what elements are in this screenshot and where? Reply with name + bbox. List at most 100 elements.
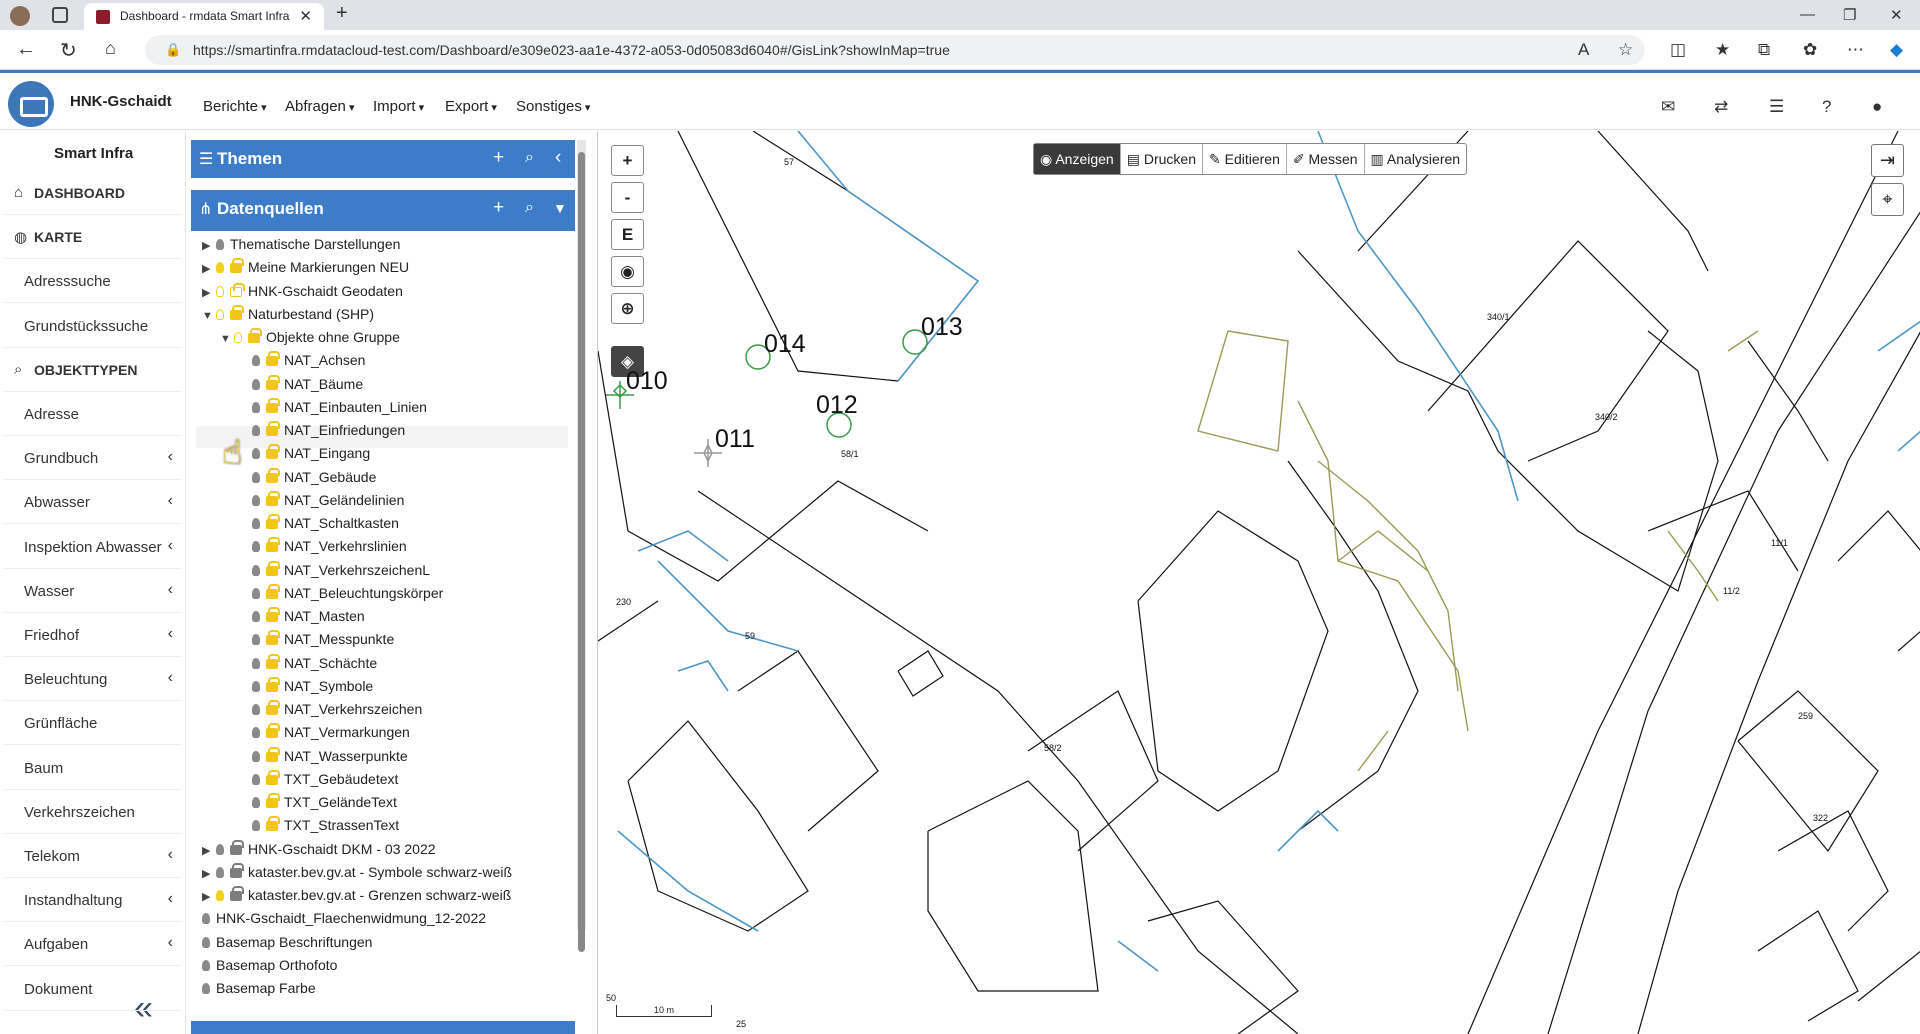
nav-item-verkehrszeichen[interactable]: Verkehrszeichen — [5, 792, 181, 834]
lock-icon[interactable] — [230, 258, 244, 274]
visibility-bulb-icon[interactable] — [252, 564, 260, 576]
scrollbar-thumb[interactable] — [578, 152, 585, 952]
nav-item-dokument[interactable]: Dokument — [5, 969, 181, 1011]
nav-item-aufgaben[interactable]: Aufgaben ‹ — [5, 924, 181, 967]
nav-item-dashboard[interactable]: ⌂ DASHBOARD — [5, 173, 181, 215]
layer-tree-row[interactable]: NAT_Messpunkte — [238, 630, 394, 653]
layer-tree-row[interactable]: NAT_Schächte — [238, 653, 377, 677]
tool-drucken[interactable]: ▤ Drucken — [1121, 144, 1203, 174]
layer-tree-row[interactable]: NAT_Eingang — [238, 444, 370, 467]
visibility-bulb-icon[interactable] — [252, 471, 260, 483]
extent-button[interactable]: E — [611, 219, 644, 250]
refresh-icon[interactable]: ↻ — [60, 38, 77, 63]
caret-right-icon[interactable]: ▶ — [202, 867, 216, 880]
visibility-bulb-icon[interactable] — [252, 797, 260, 808]
menu-berichte[interactable]: Berichte — [203, 98, 267, 115]
lock-icon[interactable] — [266, 537, 280, 553]
site-lock-icon[interactable]: 🔒 — [165, 42, 181, 58]
visibility-bulb-icon[interactable] — [202, 983, 210, 994]
nav-item-karte[interactable]: ◍ KARTE — [5, 217, 181, 260]
nav-item-beleuchtung[interactable]: Beleuchtung ‹ — [5, 659, 181, 702]
layer-tree-row[interactable]: NAT_Masten — [238, 607, 365, 630]
read-aloud-icon[interactable]: A — [1578, 40, 1589, 60]
lock-icon[interactable] — [266, 607, 280, 622]
help-icon[interactable]: ? — [1822, 97, 1831, 117]
tab-close-icon[interactable]: ✕ — [299, 7, 312, 25]
layer-tree-row[interactable]: NAT_Beleuchtungskörper — [238, 583, 443, 607]
visibility-bulb-icon[interactable] — [252, 727, 260, 739]
layer-tree-row[interactable]: NAT_Bäume — [238, 374, 363, 398]
themen-add-icon[interactable]: + — [493, 147, 504, 169]
layer-tree-row[interactable]: NAT_Verkehrslinien — [238, 537, 407, 560]
profile-avatar[interactable] — [10, 6, 30, 26]
menu-abfragen[interactable]: Abfragen — [285, 98, 354, 115]
lock-icon[interactable] — [266, 490, 280, 506]
visibility-bulb-icon[interactable] — [252, 518, 260, 529]
nav-item-friedhof[interactable]: Friedhof ‹ — [5, 615, 181, 657]
layer-tree-row[interactable]: TXT_Gebäudetext — [238, 769, 398, 793]
lock-icon[interactable] — [266, 583, 280, 599]
nav-item-grundstückssuche[interactable]: Grundstückssuche — [5, 306, 181, 348]
layer-tree-row[interactable]: NAT_Symbole — [238, 676, 373, 700]
layer-tree-row[interactable]: ▶ Thematische Darstellungen — [202, 236, 400, 258]
visibility-bulb-icon[interactable] — [202, 936, 210, 948]
layer-tree-row[interactable]: NAT_Einbauten_Linien — [238, 397, 427, 421]
new-tab-button[interactable]: + — [336, 2, 348, 25]
zoom-out-button[interactable]: - — [611, 182, 644, 213]
map-canvas[interactable] — [598, 131, 1920, 1034]
nav-item-wasser[interactable]: Wasser ‹ — [5, 571, 181, 613]
layer-tree-row[interactable]: ▼ Naturbestand (SHP) — [202, 304, 374, 328]
visibility-bulb-icon[interactable] — [252, 494, 260, 506]
nav-item-inspektion-abwasser[interactable]: Inspektion Abwasser ‹ — [5, 527, 181, 569]
minimize-icon[interactable]: — — [1800, 6, 1815, 23]
favorites-icon[interactable]: ★ — [1715, 40, 1730, 60]
nav-item-telekom[interactable]: Telekom ‹ — [5, 836, 181, 878]
lock-icon[interactable] — [230, 886, 244, 901]
visibility-bulb-icon[interactable] — [252, 704, 260, 715]
datenquellen-expand-icon[interactable]: ▼ — [553, 200, 567, 216]
menu-sonstiges[interactable]: Sonstiges — [516, 98, 590, 115]
visibility-bulb-icon[interactable] — [252, 355, 260, 367]
visibility-bulb-icon[interactable] — [252, 657, 260, 669]
layer-tree-row[interactable]: TXT_GeländeText — [238, 793, 397, 816]
datenquellen-search-icon[interactable]: ⌕ — [525, 199, 534, 217]
datenquellen-add-icon[interactable]: + — [493, 197, 504, 219]
nav-item-objekttypen[interactable]: ⌕ OBJEKTTYPEN — [5, 350, 181, 392]
lock-icon[interactable] — [266, 444, 280, 460]
layer-tree-row[interactable]: Basemap Orthofoto — [202, 957, 337, 979]
tool-messen[interactable]: ✐ Messen — [1287, 144, 1365, 174]
tool-editieren[interactable]: ✎ Editieren — [1203, 144, 1287, 174]
lock-icon[interactable] — [266, 351, 280, 367]
lock-icon[interactable] — [266, 397, 280, 413]
lock-icon[interactable] — [266, 723, 280, 739]
lock-icon[interactable] — [266, 769, 280, 785]
tool-analysieren[interactable]: ▥ Analysieren — [1365, 144, 1467, 174]
caret-down-icon[interactable]: ▼ — [220, 333, 234, 345]
caret-down-icon[interactable]: ▼ — [202, 310, 216, 322]
menu-export[interactable]: Export — [445, 98, 497, 115]
nav-item-adresssuche[interactable]: Adresssuche — [5, 261, 181, 304]
layer-tree-row[interactable]: NAT_Wasserpunkte — [238, 746, 408, 770]
tool-anzeigen[interactable]: ◉ Anzeigen — [1034, 144, 1121, 174]
layer-tree-row[interactable]: TXT_StrassenText — [238, 816, 399, 839]
layer-tree-row[interactable]: NAT_VerkehrszeichenL — [238, 560, 430, 584]
visibility-bulb-icon[interactable] — [202, 959, 210, 971]
caret-right-icon[interactable]: ▶ — [202, 844, 216, 857]
add-marker-icon[interactable]: ⌖ — [1871, 183, 1904, 216]
layer-tree-row[interactable]: ▶ Meine Markierungen NEU — [202, 258, 409, 281]
caret-right-icon[interactable]: ▶ — [202, 239, 216, 252]
lock-icon[interactable] — [266, 421, 280, 436]
collections-icon[interactable]: ⧉ — [1758, 40, 1770, 60]
compass-icon[interactable]: ◉ — [611, 256, 644, 287]
database-icon[interactable]: ☰ — [1769, 97, 1784, 117]
url-field[interactable]: 🔒 https://smartinfra.rmdatacloud-test.co… — [145, 35, 1645, 65]
visibility-bulb-icon[interactable] — [252, 448, 260, 460]
layer-tree-row[interactable]: NAT_Schaltkasten — [238, 514, 399, 537]
visibility-bulb-icon[interactable] — [252, 541, 260, 553]
lock-icon[interactable] — [266, 630, 280, 646]
visibility-bulb-icon[interactable] — [216, 239, 224, 250]
datenquellen-header[interactable]: ⋔ Datenquellen + ⌕ ▼ — [191, 190, 575, 228]
zoom-in-button[interactable]: + — [611, 145, 644, 176]
lock-icon[interactable] — [266, 653, 280, 669]
favorite-star-icon[interactable]: ☆ — [1618, 40, 1633, 60]
